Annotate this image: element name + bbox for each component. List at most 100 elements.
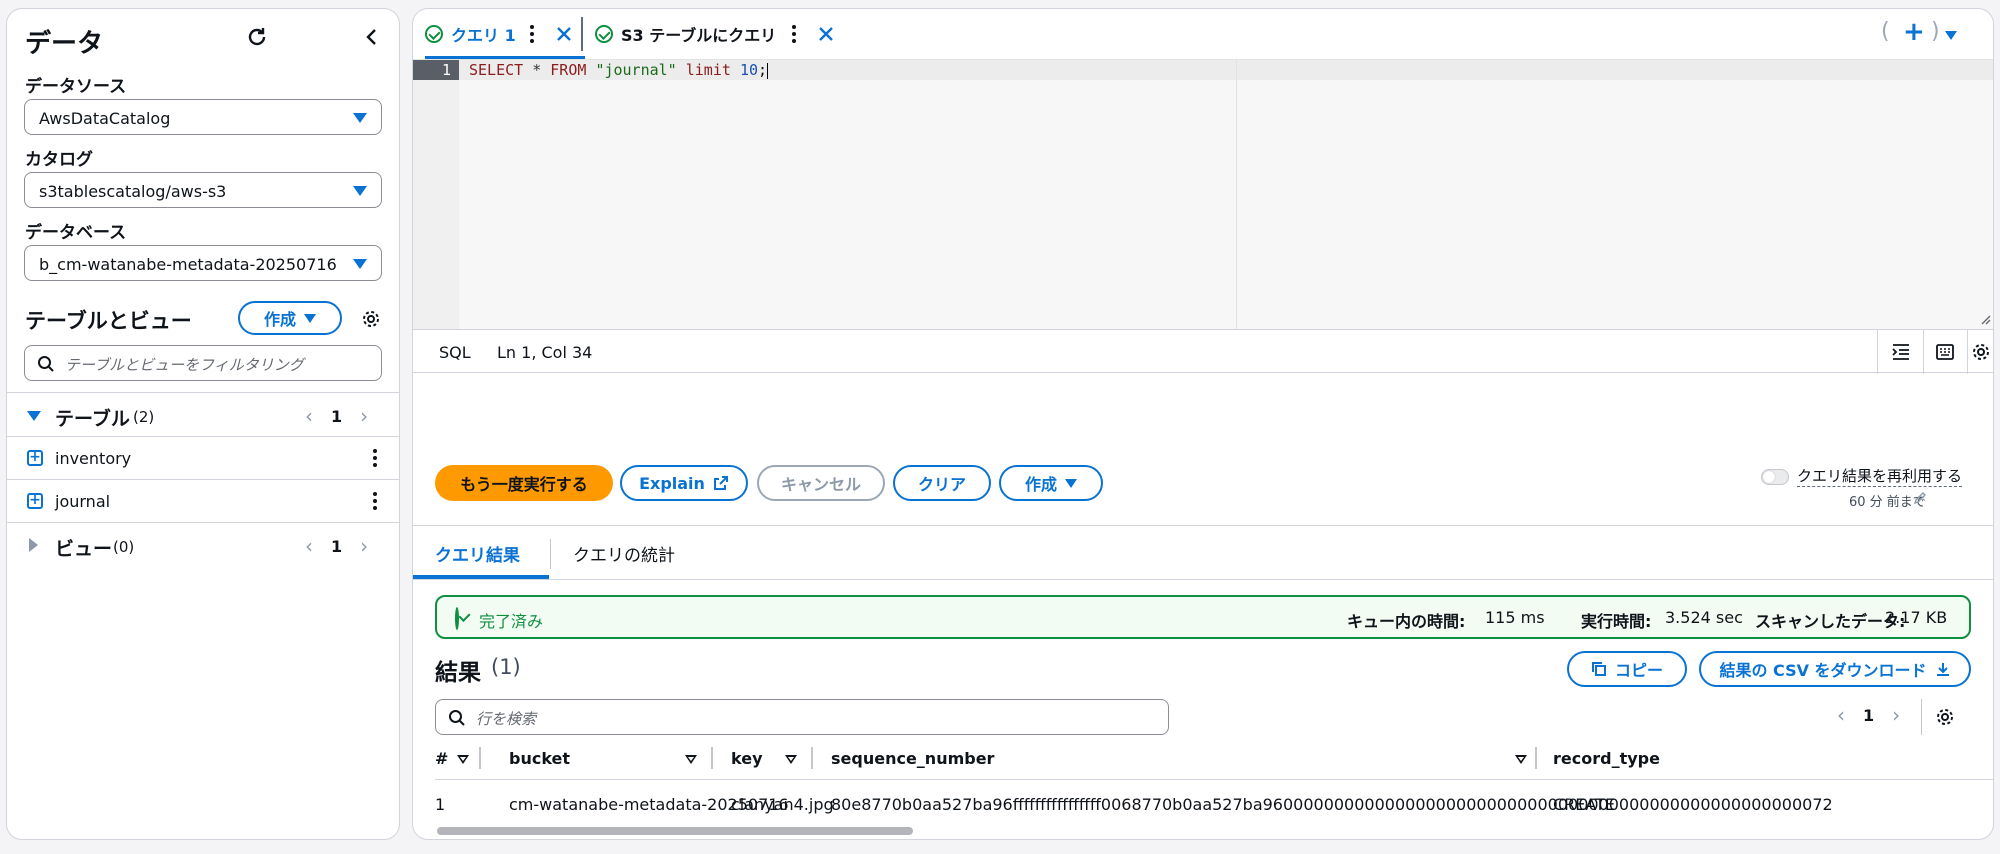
copy-button[interactable]: コピー bbox=[1567, 651, 1687, 687]
table-name[interactable]: inventory bbox=[55, 449, 131, 468]
text-cursor bbox=[767, 62, 769, 79]
search-icon bbox=[38, 356, 54, 372]
editor-language: SQL bbox=[439, 343, 471, 362]
views-pager: ‹ 1 › bbox=[305, 534, 368, 558]
catalog-select[interactable]: s3tablescatalog/aws-s3 bbox=[24, 172, 382, 208]
sort-caret-icon[interactable] bbox=[457, 755, 469, 764]
clear-button[interactable]: クリア bbox=[893, 465, 991, 501]
cancel-button[interactable]: キャンセル bbox=[757, 465, 885, 501]
table-item-journal[interactable]: + journal bbox=[7, 480, 399, 522]
query-editor-panel: クエリ 1 S3 テーブルにクエリ ( + ) 1 SELECT * FROM … bbox=[412, 8, 1994, 840]
horizontal-scrollbar[interactable] bbox=[437, 827, 913, 835]
results-title: 結果 bbox=[435, 660, 481, 686]
scanned-data-label: スキャンしたデータ: bbox=[1755, 612, 1906, 631]
col-header-record-type[interactable]: record_type bbox=[1553, 749, 1660, 768]
keyword-from: FROM bbox=[550, 61, 587, 79]
editor-settings-gear-icon[interactable] bbox=[1971, 342, 1991, 362]
col-header-sequence-number[interactable]: sequence_number bbox=[831, 749, 994, 768]
tables-section-header[interactable]: テーブル (2) ‹ 1 › bbox=[7, 394, 399, 436]
tab-menu-icon[interactable] bbox=[529, 25, 534, 43]
tab-query-1[interactable]: クエリ 1 bbox=[425, 9, 572, 59]
explain-button[interactable]: Explain bbox=[620, 465, 748, 501]
views-page[interactable]: 1 bbox=[331, 537, 342, 556]
copy-label: コピー bbox=[1614, 661, 1663, 680]
cell-key: clanyan4.jpg bbox=[731, 795, 834, 814]
table-item-inventory[interactable]: + inventory bbox=[7, 437, 399, 479]
col-resizer[interactable] bbox=[811, 747, 813, 769]
download-csv-button[interactable]: 結果の CSV をダウンロード bbox=[1699, 651, 1971, 687]
table-filter-placeholder: テーブルとビューをフィルタリング bbox=[65, 356, 304, 374]
table-settings-gear-icon[interactable] bbox=[1935, 707, 1955, 727]
caret-right-icon bbox=[29, 538, 38, 552]
refresh-icon[interactable] bbox=[243, 23, 271, 51]
catalog-value: s3tablescatalog/aws-s3 bbox=[39, 182, 227, 201]
chevron-right-icon[interactable]: › bbox=[360, 534, 368, 558]
create-dropdown-button[interactable]: 作成 bbox=[238, 301, 342, 335]
chevron-right-icon[interactable]: › bbox=[360, 404, 368, 428]
success-check-icon bbox=[595, 25, 613, 43]
reuse-results-toggle[interactable] bbox=[1761, 469, 1789, 485]
sort-caret-icon[interactable] bbox=[785, 755, 797, 764]
views-section-header[interactable]: ビュー (0) ‹ 1 › bbox=[7, 524, 399, 566]
results-page[interactable]: 1 bbox=[1863, 706, 1874, 725]
views-count: (0) bbox=[113, 538, 135, 556]
tables-count: (2) bbox=[133, 408, 155, 426]
queue-time-label: キュー内の時間: bbox=[1347, 612, 1466, 631]
expand-plus-icon[interactable]: + bbox=[27, 450, 43, 466]
tab-menu-icon[interactable] bbox=[792, 25, 797, 43]
reuse-results-label[interactable]: クエリ結果を再利用する bbox=[1797, 465, 1963, 487]
row-search-input[interactable]: 行を検索 bbox=[435, 699, 1169, 735]
close-icon[interactable] bbox=[556, 26, 572, 42]
tab-bracket-left: ( bbox=[1881, 19, 1890, 44]
table-filter-input[interactable]: テーブルとビューをフィルタリング bbox=[24, 345, 382, 381]
col-header-key[interactable]: key bbox=[731, 749, 763, 768]
col-resizer[interactable] bbox=[479, 747, 481, 769]
add-tab-plus-icon[interactable]: + bbox=[1903, 17, 1925, 47]
settings-gear-icon[interactable] bbox=[359, 307, 383, 331]
tab-query-results[interactable]: クエリ結果 bbox=[435, 541, 520, 566]
col-resizer[interactable] bbox=[1535, 747, 1537, 769]
sql-code-line[interactable]: SELECT * FROM "journal" limit 10; bbox=[469, 61, 769, 79]
resize-handle-icon[interactable] bbox=[1979, 313, 1991, 325]
search-icon bbox=[449, 710, 465, 726]
col-header-bucket[interactable]: bucket bbox=[509, 749, 570, 768]
col-header-index[interactable]: # bbox=[435, 749, 448, 768]
tables-pager: ‹ 1 › bbox=[305, 404, 368, 428]
cell-index: 1 bbox=[435, 795, 446, 814]
more-actions-icon[interactable] bbox=[373, 492, 377, 510]
create-action-button[interactable]: 作成 bbox=[999, 465, 1103, 501]
keyboard-icon[interactable] bbox=[1935, 342, 1955, 362]
toggle-knob bbox=[1763, 471, 1775, 483]
tab-list-caret-icon[interactable] bbox=[1945, 31, 1957, 40]
row-search-placeholder: 行を検索 bbox=[476, 710, 537, 728]
close-icon[interactable] bbox=[818, 26, 834, 42]
expand-plus-icon[interactable]: + bbox=[27, 493, 43, 509]
table-name[interactable]: journal bbox=[55, 492, 110, 511]
success-check-icon bbox=[425, 25, 443, 43]
sql-editor[interactable]: 1 SELECT * FROM "journal" limit 10; bbox=[413, 59, 1993, 330]
section-divider bbox=[413, 579, 1993, 580]
run-again-button[interactable]: もう一度実行する bbox=[435, 465, 613, 501]
string-table: "journal" bbox=[595, 61, 677, 79]
sort-caret-icon[interactable] bbox=[1515, 755, 1527, 764]
datasource-select[interactable]: AwsDataCatalog bbox=[24, 99, 382, 135]
chevron-left-icon[interactable]: ‹ bbox=[305, 404, 313, 428]
cancel-label: キャンセル bbox=[780, 475, 861, 494]
tab-query-stats[interactable]: クエリの統計 bbox=[573, 541, 675, 566]
col-resizer[interactable] bbox=[711, 747, 713, 769]
caret-down-icon bbox=[353, 113, 367, 123]
chevron-left-icon[interactable]: ‹ bbox=[1837, 703, 1845, 727]
tables-page[interactable]: 1 bbox=[331, 407, 342, 426]
format-indent-icon[interactable] bbox=[1891, 342, 1911, 362]
database-select[interactable]: b_cm-watanabe-metadata-20250716 bbox=[24, 245, 382, 281]
chevron-left-icon[interactable]: ‹ bbox=[305, 534, 313, 558]
edit-pencil-icon[interactable] bbox=[1913, 491, 1927, 505]
clear-label: クリア bbox=[917, 475, 966, 494]
sort-caret-icon[interactable] bbox=[685, 755, 697, 764]
explain-label: Explain bbox=[639, 473, 705, 493]
chevron-right-icon[interactable]: › bbox=[1892, 703, 1900, 727]
collapse-panel-icon[interactable] bbox=[359, 25, 383, 49]
tab-s3-query[interactable]: S3 テーブルにクエリ bbox=[595, 9, 834, 59]
more-actions-icon[interactable] bbox=[373, 449, 377, 467]
active-result-tab-indicator bbox=[413, 575, 549, 579]
